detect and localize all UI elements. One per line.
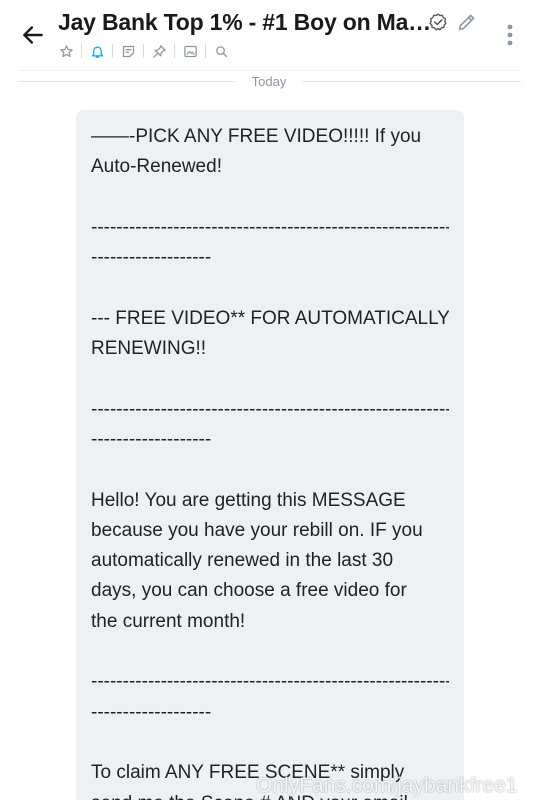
message-line [91, 183, 449, 213]
message-line [91, 455, 449, 485]
message-line: automatically renewed in the last 30 [91, 550, 394, 572]
message-line: ----------------------------------------… [91, 671, 449, 693]
message-line: Hello! You are getting this MESSAGE [91, 489, 406, 511]
date-divider: Today [0, 72, 539, 92]
message-line: Auto-Renewed! [91, 156, 222, 178]
verified-badge-icon [429, 13, 447, 31]
date-label: Today [251, 74, 287, 89]
chat-title[interactable]: Jay Bank Top 1% - #1 Boy on Ma… [58, 6, 438, 38]
search-icon [215, 45, 227, 57]
star-icon [59, 44, 73, 57]
chat-header: Jay Bank Top 1% - #1 Boy on Ma… [0, 0, 539, 70]
message-line [91, 364, 449, 394]
chat-screen: Jay Bank Top 1% - #1 Boy on Ma… Today ——… [0, 0, 539, 800]
notifications-button[interactable] [86, 40, 108, 62]
arrow-left-icon [23, 26, 43, 44]
message-line: because you have your rebill on. IF you [91, 519, 423, 541]
toolbar-divider [174, 44, 175, 58]
divider-line [302, 81, 521, 82]
image-icon [183, 45, 197, 57]
back-button[interactable] [18, 20, 48, 50]
message-bubble[interactable]: ——-PICK ANY FREE VIDEO!!!!! If you Auto-… [76, 110, 464, 800]
message-line: ------------------- [91, 428, 212, 450]
message-line: days, you can choose a free video for [91, 580, 407, 602]
message-line: ——-PICK ANY FREE VIDEO!!!!! If you [91, 126, 422, 147]
header-divider [18, 70, 521, 71]
chat-toolbar [55, 40, 232, 62]
bell-icon [91, 46, 103, 58]
pin-icon [152, 44, 166, 58]
message-line: the current month! [91, 610, 246, 632]
notes-button[interactable] [117, 40, 139, 62]
toolbar-divider [81, 44, 82, 58]
message-line [91, 273, 449, 303]
message-line: ----------------------------------------… [91, 398, 449, 420]
message-line: ------------------- [91, 701, 212, 723]
toolbar-divider [205, 44, 206, 58]
message-line [91, 728, 449, 758]
message-line: ----------------------------------------… [91, 216, 449, 238]
divider-line [18, 81, 236, 82]
favorite-button[interactable] [55, 40, 77, 62]
message-line: --- FREE VIDEO** FOR AUTOMATICALLY [91, 307, 449, 329]
pin-button[interactable] [148, 40, 170, 62]
message-line: RENEWING!! [91, 338, 207, 360]
note-icon [122, 45, 134, 57]
media-button[interactable] [179, 40, 201, 62]
watermark: OnlyFans.com/jaybankfree1 [256, 774, 518, 797]
message-line [91, 637, 449, 667]
toolbar-divider [143, 44, 144, 58]
more-vertical-icon [507, 24, 513, 46]
search-button[interactable] [210, 40, 232, 62]
toolbar-divider [112, 44, 113, 58]
more-options-button[interactable] [500, 20, 520, 50]
pencil-icon[interactable] [456, 11, 478, 33]
message-line: ------------------- [91, 247, 212, 269]
